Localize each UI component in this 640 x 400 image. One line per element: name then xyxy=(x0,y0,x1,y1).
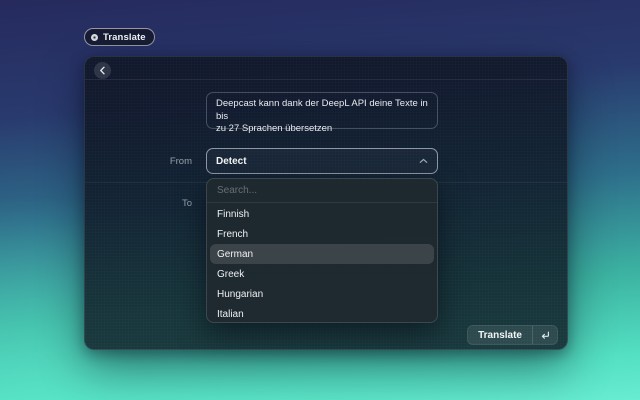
dropdown-option-hungarian[interactable]: Hungarian xyxy=(210,284,434,304)
language-dropdown: Finnish French German Greek Hungarian It… xyxy=(206,178,438,323)
translate-action-button[interactable]: Translate xyxy=(467,325,558,345)
to-label: To xyxy=(85,198,192,209)
translate-action-label: Translate xyxy=(468,326,532,344)
dropdown-option-italian[interactable]: Italian xyxy=(210,304,434,323)
dropdown-option-greek[interactable]: Greek xyxy=(210,264,434,284)
dropdown-search-input[interactable] xyxy=(207,179,437,203)
dropdown-option-list: Finnish French German Greek Hungarian It… xyxy=(207,203,437,323)
dropdown-option-german[interactable]: German xyxy=(210,244,434,264)
dropdown-option-finnish[interactable]: Finnish xyxy=(210,204,434,224)
launcher-pill-label: Translate xyxy=(103,32,146,43)
chevron-up-icon xyxy=(419,158,428,164)
back-button[interactable] xyxy=(94,62,111,79)
from-select-value: Detect xyxy=(216,156,247,167)
enter-key-icon xyxy=(532,326,557,344)
chevron-left-icon xyxy=(99,66,106,75)
translate-window: Deepcast kann dank der DeepL API deine T… xyxy=(84,56,568,350)
gear-icon xyxy=(91,34,98,41)
from-label: From xyxy=(85,156,192,167)
from-language-select[interactable]: Detect xyxy=(206,148,438,174)
window-header xyxy=(85,57,567,80)
dropdown-option-french[interactable]: French xyxy=(210,224,434,244)
source-text-input[interactable]: Deepcast kann dank der DeepL API deine T… xyxy=(206,92,438,129)
launcher-pill-translate[interactable]: Translate xyxy=(84,28,155,46)
